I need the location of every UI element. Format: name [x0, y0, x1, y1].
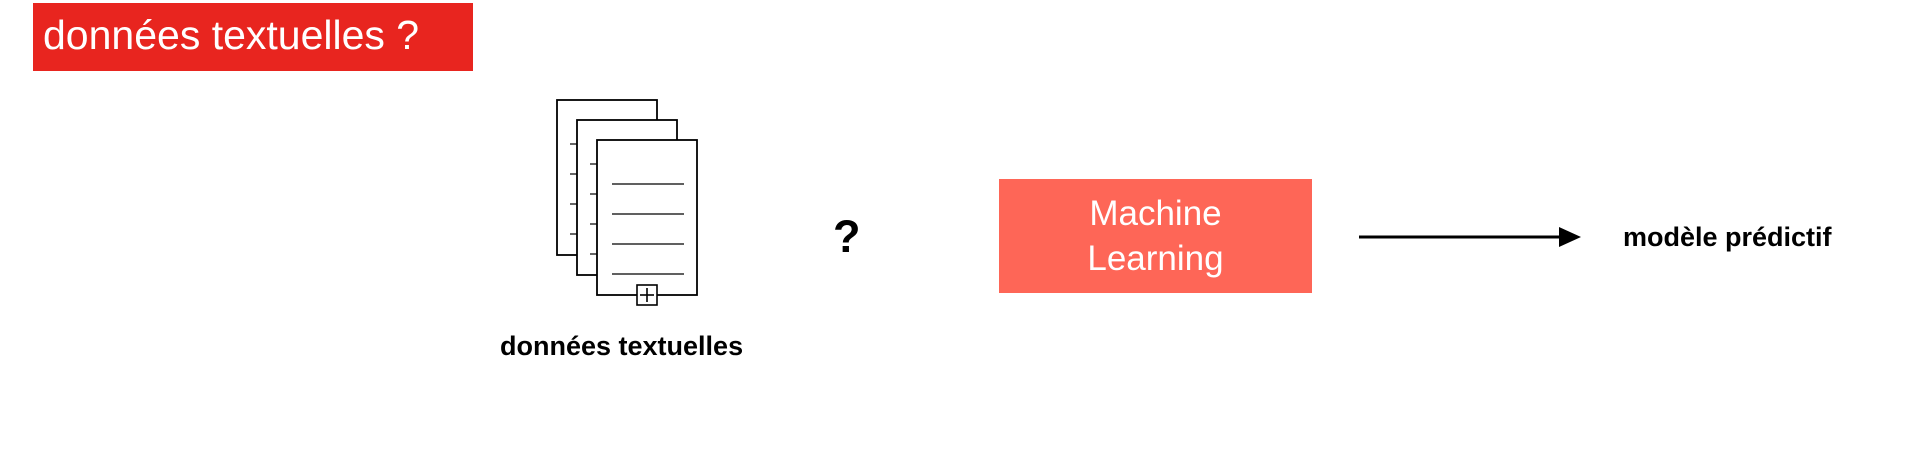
ml-label-line1: Machine — [1089, 193, 1222, 233]
slide-title: données textuelles ? — [33, 3, 473, 71]
documents-stack-icon — [556, 99, 698, 306]
machine-learning-box: Machine Learning — [999, 179, 1312, 293]
output-label: modèle prédictif — [1623, 222, 1832, 252]
right-arrow-icon — [1359, 227, 1581, 247]
question-mark: ? — [833, 211, 861, 262]
ml-label-line2: Learning — [1087, 239, 1224, 278]
input-label: données textuelles — [500, 331, 744, 361]
